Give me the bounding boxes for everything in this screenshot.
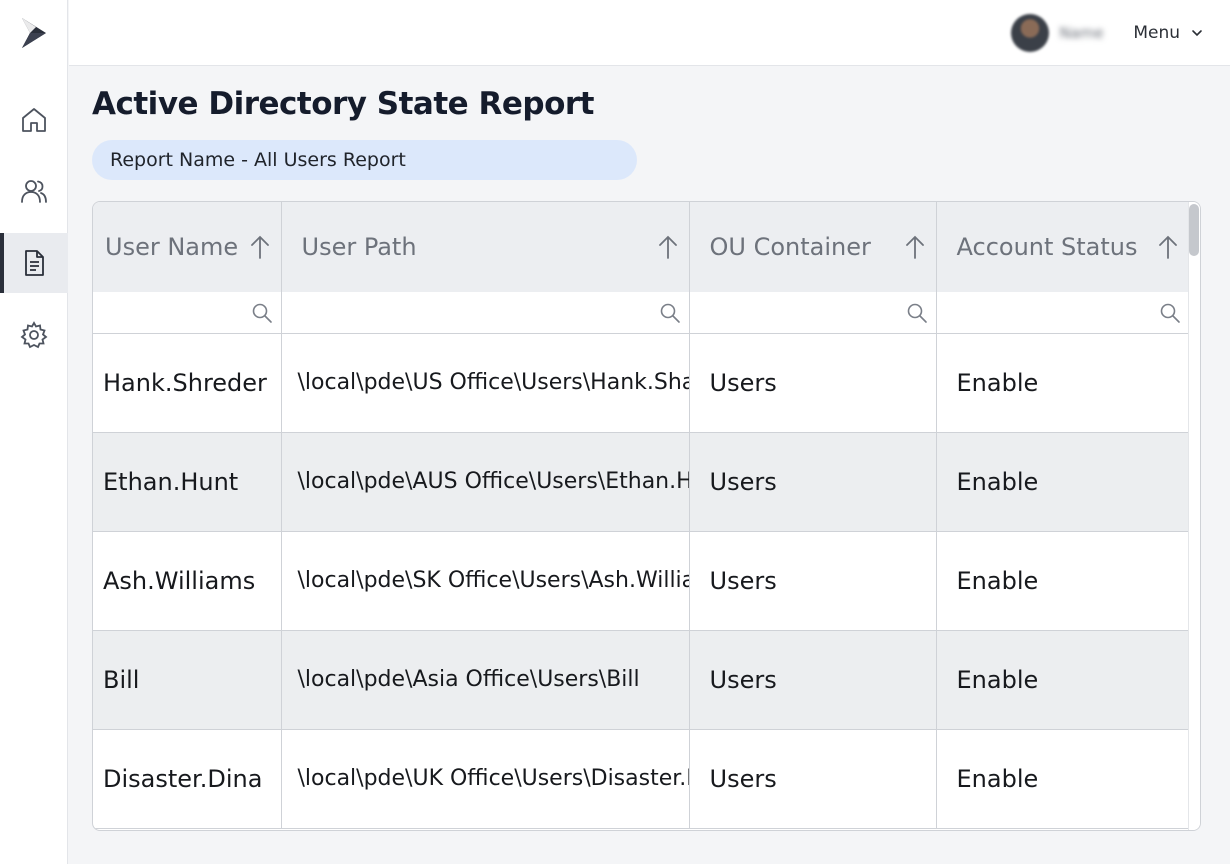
table-row[interactable]: Disaster.Dina \local\pde\UK Office\Users… [93,729,1189,829]
sidebar-item-settings[interactable] [0,305,68,365]
cell-ou-container: Users [689,630,937,730]
cell-ou-container: Users [689,432,937,532]
cell-user-path: \local\pde\SK Office\Users\Ash.Williams [281,531,690,631]
cell-account-status: Enable [936,630,1189,730]
sort-ascending-icon[interactable] [249,234,271,260]
document-icon [25,250,44,276]
report-name-badge: Report Name - All Users Report [92,140,637,180]
column-label: OU Container [709,233,871,261]
table-row[interactable]: Ethan.Hunt \local\pde\AUS Office\Users\E… [93,432,1189,532]
menu-button[interactable]: Menu [1133,23,1180,43]
cell-account-status: Enable [936,531,1189,631]
top-bar: Name Menu [69,0,1230,66]
cell-user-name: Ash.Williams [93,531,282,631]
filter-input-user-name[interactable] [93,292,282,334]
user-name: Name [1059,24,1104,42]
column-header-user-path[interactable]: User Path [281,202,690,292]
cell-account-status: Enable [936,333,1189,433]
column-label: User Name [105,233,239,261]
page-title: Active Directory State Report [92,86,594,122]
column-header-user-name[interactable]: User Name [93,202,282,292]
cell-ou-container: Users [689,729,937,829]
filter-row [93,292,1189,334]
cell-user-name: Disaster.Dina [93,729,282,829]
users-icon [21,180,47,203]
vertical-scrollbar[interactable] [1188,202,1200,830]
search-icon[interactable] [251,302,273,324]
cell-user-path: \local\pde\US Office\Users\Hank.Shader [281,333,690,433]
sidebar-item-reports[interactable] [0,233,68,293]
filter-input-account-status[interactable] [936,292,1189,334]
sidebar-item-users[interactable] [0,161,68,221]
brand-logo[interactable] [19,16,49,50]
sort-ascending-icon[interactable] [1157,234,1179,260]
cell-ou-container: Users [689,531,937,631]
column-label: Account Status [956,233,1138,261]
search-icon[interactable] [659,302,681,324]
filter-input-user-path[interactable] [281,292,690,334]
report-table: User Name User Path OU Container Account… [92,201,1201,831]
cell-user-name: Bill [93,630,282,730]
gear-icon [20,321,48,349]
table-row[interactable]: Hank.Shreder \local\pde\US Office\Users\… [93,333,1189,433]
cell-account-status: Enable [936,432,1189,532]
cell-user-name: Hank.Shreder [93,333,282,433]
user-menu[interactable]: Name Menu [1011,12,1204,54]
chevron-down-icon[interactable] [1190,26,1204,40]
sidebar [0,0,68,864]
sort-ascending-icon[interactable] [904,234,926,260]
cell-user-path: \local\pde\Asia Office\Users\Bill [281,630,690,730]
home-icon [22,108,46,132]
cell-user-name: Ethan.Hunt [93,432,282,532]
table-row[interactable]: Bill \local\pde\Asia Office\Users\Bill U… [93,630,1189,730]
sort-ascending-icon[interactable] [657,234,679,260]
cell-user-path: \local\pde\UK Office\Users\Disaster.Dina [281,729,690,829]
table-header-row: User Name User Path OU Container Account… [93,202,1189,292]
table-row[interactable]: Ash.Williams \local\pde\SK Office\Users\… [93,531,1189,631]
cell-ou-container: Users [689,333,937,433]
search-icon[interactable] [906,302,928,324]
column-header-account-status[interactable]: Account Status [936,202,1189,292]
sidebar-item-home[interactable] [0,90,68,150]
scrollbar-thumb[interactable] [1189,204,1199,256]
cell-user-path: \local\pde\AUS Office\Users\Ethan.Hunt [281,432,690,532]
avatar[interactable] [1011,14,1050,52]
column-header-ou-container[interactable]: OU Container [689,202,937,292]
column-label: User Path [301,233,417,261]
cell-account-status: Enable [936,729,1189,829]
search-icon[interactable] [1159,302,1181,324]
filter-input-ou-container[interactable] [689,292,937,334]
